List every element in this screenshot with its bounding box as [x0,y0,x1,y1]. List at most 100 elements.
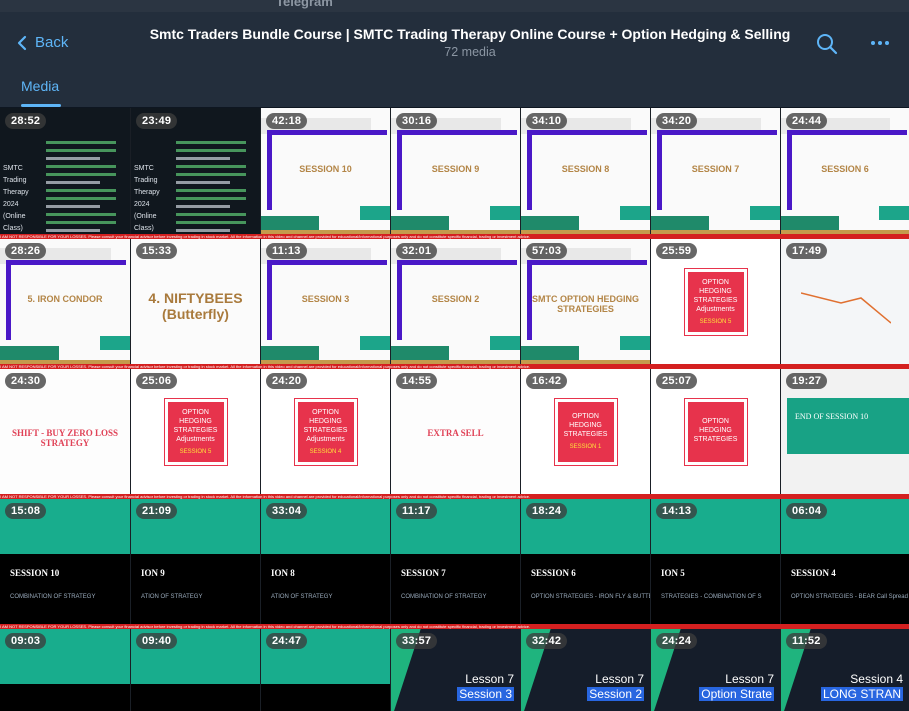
media-thumbnail[interactable]: Session 4 LONG STRAN 11:52 [781,628,909,711]
media-thumbnail[interactable]: SMTC OPTION HEDGING STRATEGIES 57:03 [521,238,650,366]
search-icon[interactable] [816,33,838,55]
media-thumbnail[interactable]: OPTION HEDGING STRATEGIES Adjustments SES… [261,368,390,496]
media-thumbnail[interactable]: SESSION 2 32:01 [391,238,520,366]
slide-decoration [521,346,580,360]
media-thumbnail[interactable]: Lesson 7 Option Strate 24:24 [651,628,780,711]
slide-decoration [750,206,780,220]
media-thumbnail[interactable]: SMTC Trading Therapy 2024 (Online Class)… [0,108,130,236]
thumbnail-caption: SESSION 9 [431,164,480,174]
video-duration-badge: 25:07 [656,373,698,389]
slide-decoration [360,206,390,220]
thumbnail-outline [45,136,124,236]
video-duration-badge: 30:16 [396,113,438,129]
thumbnail-subcaption: SESSION 4 [309,448,342,455]
thumbnail-subcaption: Session 2 [587,687,644,702]
media-thumbnail[interactable]: SHIFT - BUY ZERO LOSS STRATEGY 24:30 [0,368,130,496]
thumbnail-subcaption: ATION OF STRATEGY [271,594,333,600]
slide-title-box: OPTION HEDGING STRATEGIES SESSION 1 [553,398,618,466]
video-duration-badge: 57:03 [526,243,568,259]
media-count: 72 media [444,45,496,59]
video-duration-badge: 34:20 [656,113,698,129]
video-duration-badge: 34:10 [526,113,568,129]
slide-decoration [0,346,59,360]
thumbnail-caption: Session 4 [850,672,903,686]
media-thumbnail[interactable]: SESSION 7 34:20 [651,108,780,236]
slide-decoration [657,130,777,135]
video-duration-badge: 21:09 [136,503,178,519]
video-duration-badge: 24:20 [266,373,308,389]
media-thumbnail[interactable]: SESSION 8 34:10 [521,108,650,236]
thumbnail-subcaption: Option Strate [699,687,774,702]
back-button[interactable]: Back [17,34,68,51]
video-duration-badge: 28:26 [5,243,47,259]
thumbnail-subcaption: COMBINATION OF STRATEGY [401,594,487,600]
slide-title-box: OPTION HEDGING STRATEGIES Adjustments SES… [293,398,358,466]
chevron-left-icon [17,35,27,50]
media-thumbnail[interactable]: 09:40 [131,628,260,711]
media-thumbnail[interactable]: SESSION 6 24:44 [781,108,909,236]
media-thumbnail[interactable]: EXTRA SELL 14:55 [391,368,520,496]
media-thumbnail[interactable]: ION 9 ATION OF STRATEGY 21:09 [131,498,260,626]
more-options-icon[interactable] [868,32,892,54]
media-thumbnail[interactable]: END OF SESSION 10 19:27 [781,368,909,496]
media-thumbnail[interactable]: SESSION 10 COMBINATION OF STRATEGY 15:08 [0,498,130,626]
slide-decoration [391,216,450,230]
tab-media[interactable]: Media [21,78,59,94]
slide-decoration [397,260,517,265]
slide-decoration [267,260,387,265]
thumbnail-caption: ION 8 [271,568,295,578]
disclaimer-ticker: I AM NOT RESPONSIBLE FOR YOUR LOSSES. Pl… [0,624,909,629]
tab-active-indicator [21,104,61,107]
video-duration-badge: 25:06 [136,373,178,389]
thumbnail-caption: SESSION 4 [791,568,836,578]
media-thumbnail[interactable]: 24:47 [261,628,390,711]
payoff-chart [801,292,891,324]
thumbnail-caption: SESSION 6 [531,568,576,578]
slide-title-box: OPTION HEDGING STRATEGIES [683,398,748,466]
media-thumbnail[interactable]: 5. IRON CONDOR 28:26 [0,238,130,366]
slide-decoration [490,336,520,350]
media-thumbnail[interactable]: OPTION HEDGING STRATEGIES 25:07 [651,368,780,496]
slide-decoration [879,206,909,220]
slide-decoration [521,216,580,230]
video-duration-badge: 17:49 [786,243,828,259]
media-thumbnail[interactable]: SESSION 9 30:16 [391,108,520,236]
thumbnail-caption: OPTION HEDGING STRATEGIES Adjustments [303,408,348,443]
media-thumbnail[interactable]: Lesson 7 Session 2 32:42 [521,628,650,711]
media-thumbnail[interactable]: OPTION HEDGING STRATEGIES Adjustments SES… [131,368,260,496]
media-thumbnail[interactable]: ION 5 STRATEGIES - COMBINATION OF S 14:13 [651,498,780,626]
media-thumbnail[interactable]: 09:03 [0,628,130,711]
video-duration-badge: 15:08 [5,503,47,519]
media-thumbnail[interactable]: SESSION 3 11:13 [261,238,390,366]
media-thumbnail[interactable]: 4. NIFTYBEES (Butterfly) 15:33 [131,238,260,366]
video-duration-badge: 33:04 [266,503,308,519]
slide-decoration [527,260,647,265]
disclaimer-ticker: I AM NOT RESPONSIBLE FOR YOUR LOSSES. Pl… [0,364,909,369]
thumbnail-subcaption: SESSION 1 [569,444,602,450]
media-thumbnail[interactable]: SESSION 4 OPTION STRATEGIES - BEAR Call S… [781,498,909,626]
media-thumbnail[interactable]: OPTION HEDGING STRATEGIES SESSION 1 16:42 [521,368,650,496]
media-thumbnail[interactable]: 17:49 [781,238,909,366]
thumbnail-subcaption: ATION OF STRATEGY [141,594,203,600]
thumbnail-caption: Lesson 7 [465,672,514,686]
video-duration-badge: 24:30 [5,373,47,389]
media-thumbnail[interactable]: SMTC Trading Therapy 2024 (Online Class)… [131,108,260,236]
thumbnail-caption: Lesson 7 [725,672,774,686]
thumbnail-caption-block: Lesson 7 Session 3 [457,672,514,702]
media-thumbnail[interactable]: Lesson 7 Session 3 33:57 [391,628,520,711]
media-thumbnail[interactable]: ION 8 ATION OF STRATEGY 33:04 [261,498,390,626]
video-duration-badge: 09:03 [5,633,47,649]
video-duration-badge: 24:47 [266,633,308,649]
video-duration-badge: 11:52 [786,633,827,649]
media-thumbnail[interactable]: OPTION HEDGING STRATEGIES Adjustments SES… [651,238,780,366]
media-thumbnail[interactable]: SESSION 7 COMBINATION OF STRATEGY 11:17 [391,498,520,626]
slide-decoration [391,346,450,360]
video-duration-badge: 18:24 [526,503,568,519]
thumbnail-caption-block: Lesson 7 Session 2 [587,672,644,702]
thumbnail-caption: SMTC Trading Therapy 2024 (Online Class) [134,165,160,232]
thumbnail-caption: SMTC Trading Therapy 2024 (Online Class) [3,165,29,232]
media-thumbnail[interactable]: SESSION 6 OPTION STRATEGIES - IRON FLY & … [521,498,650,626]
media-thumbnail[interactable]: SESSION 10 42:18 [261,108,390,236]
thumbnail-caption: OPTION HEDGING STRATEGIES [693,417,738,443]
slide-decoration [527,130,647,135]
